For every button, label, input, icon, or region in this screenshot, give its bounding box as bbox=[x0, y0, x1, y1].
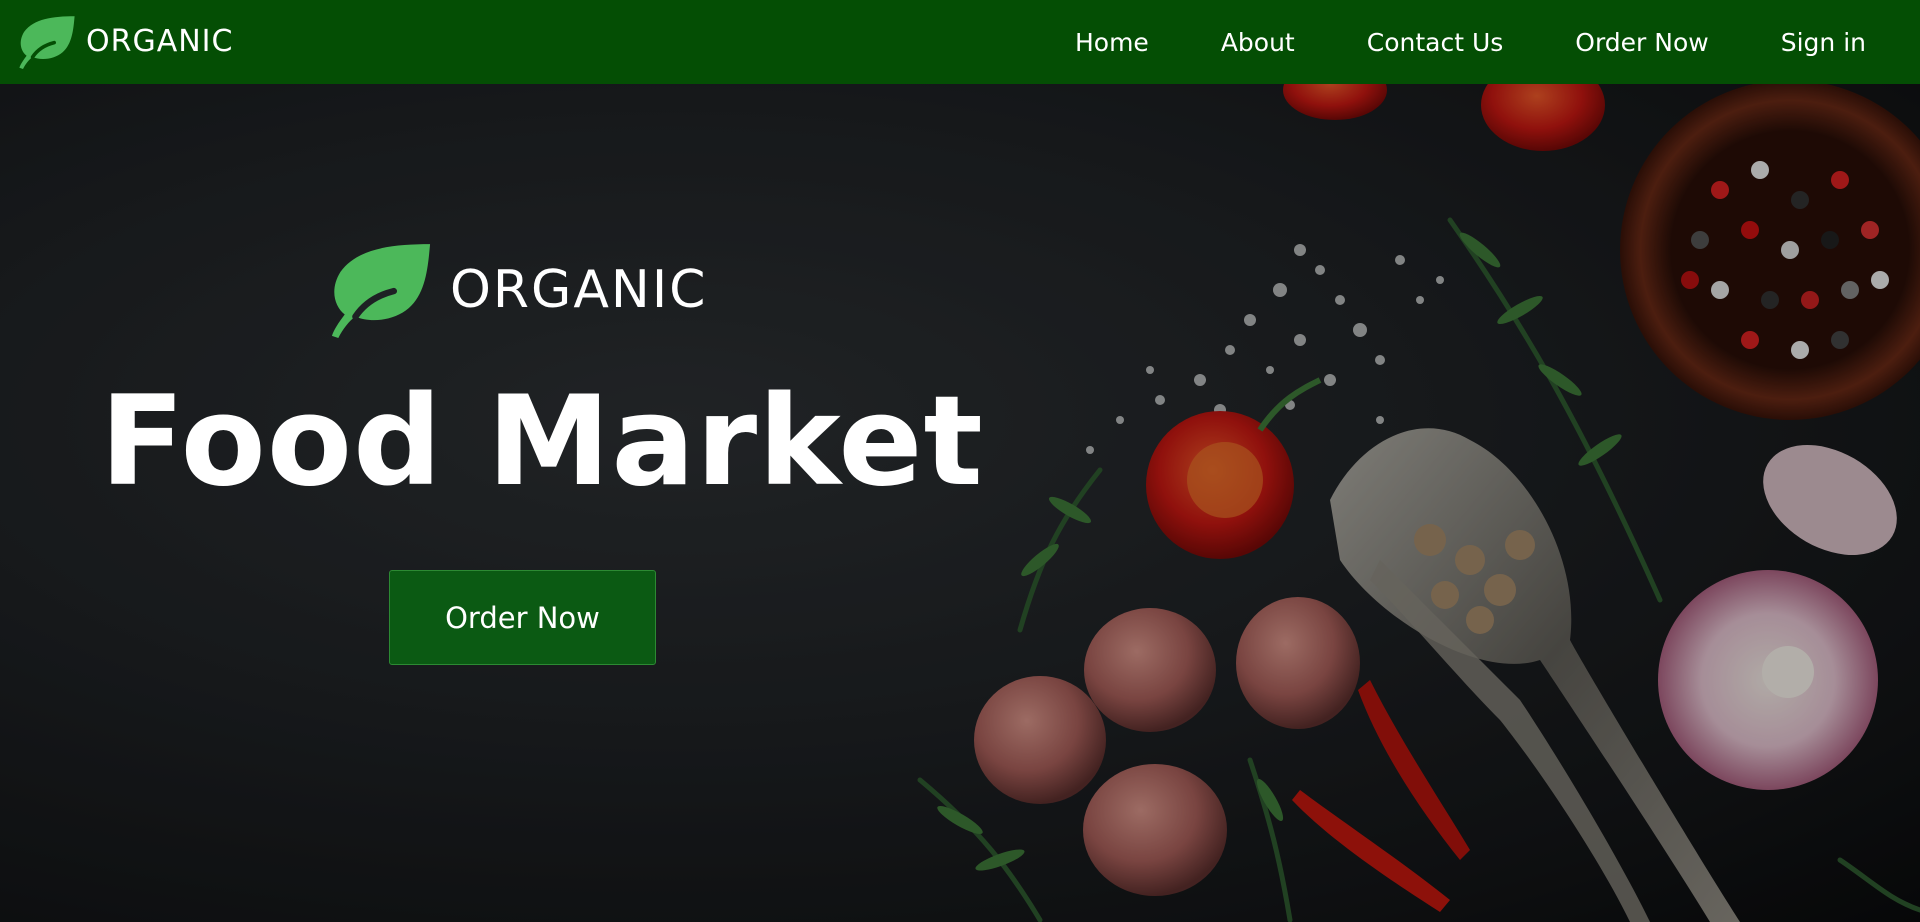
nav-link-order-now[interactable]: Order Now bbox=[1575, 28, 1708, 57]
hero-section: ORGANIC Food Market Order Now bbox=[0, 84, 1920, 922]
leaf-icon bbox=[331, 244, 431, 338]
leaf-icon bbox=[19, 16, 75, 69]
order-now-button[interactable]: Order Now bbox=[389, 570, 656, 665]
nav-link-home[interactable]: Home bbox=[1075, 28, 1149, 57]
navbar: ORGANIC Home About Contact Us Order Now … bbox=[0, 0, 1920, 84]
hero-title: Food Market bbox=[100, 370, 984, 514]
nav-brand-text: ORGANIC bbox=[86, 24, 234, 59]
nav-links: Home About Contact Us Order Now Sign in bbox=[1075, 0, 1920, 84]
nav-link-about[interactable]: About bbox=[1221, 28, 1295, 57]
hero-brand-text: ORGANIC bbox=[450, 260, 708, 320]
hero-brand-logo: ORGANIC bbox=[326, 242, 707, 338]
nav-link-sign-in[interactable]: Sign in bbox=[1781, 28, 1866, 57]
nav-link-contact[interactable]: Contact Us bbox=[1367, 28, 1504, 57]
nav-brand-logo[interactable]: ORGANIC bbox=[16, 15, 233, 69]
